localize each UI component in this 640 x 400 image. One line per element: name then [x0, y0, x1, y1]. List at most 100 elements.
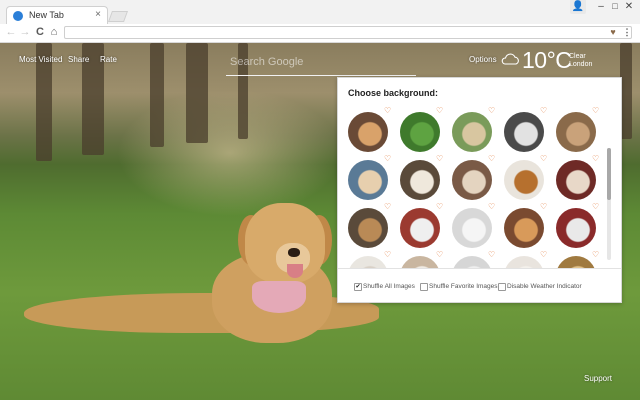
- favorite-heart-icon[interactable]: ♡: [384, 155, 391, 163]
- dog-photo-thumbnail[interactable]: [452, 112, 492, 152]
- dog-photo-thumbnail[interactable]: [348, 112, 388, 152]
- background-thumbnail[interactable]: ♡: [556, 203, 599, 248]
- background-thumbnail[interactable]: ♡: [348, 155, 391, 200]
- options-link[interactable]: Options: [469, 55, 497, 64]
- favorite-heart-icon[interactable]: ♡: [488, 251, 495, 259]
- dog-photo-thumbnail[interactable]: [504, 112, 544, 152]
- disable-weather-label: Disable Weather Indicator: [507, 283, 582, 290]
- forward-icon[interactable]: →: [18, 25, 32, 39]
- favorite-heart-icon[interactable]: ♡: [540, 251, 547, 259]
- dog-photo-thumbnail[interactable]: [400, 160, 440, 200]
- dog-photo-thumbnail[interactable]: [452, 160, 492, 200]
- panel-title: Choose background:: [348, 88, 439, 98]
- share-link[interactable]: Share: [68, 55, 89, 64]
- dog-photo-thumbnail[interactable]: [400, 112, 440, 152]
- panel-scroll-thumb[interactable]: [607, 148, 611, 200]
- tab-new-tab[interactable]: New Tab ×: [6, 6, 108, 25]
- weather-condition-line1: Clear: [569, 53, 586, 60]
- favorite-heart-icon[interactable]: ♡: [436, 251, 443, 259]
- background-thumbnail[interactable]: ♡: [452, 203, 495, 248]
- back-icon[interactable]: ←: [4, 25, 18, 39]
- panel-divider: [338, 268, 621, 269]
- favorite-heart-icon[interactable]: ♡: [540, 203, 547, 211]
- background-thumbnail[interactable]: ♡: [400, 107, 443, 152]
- background-thumbnail[interactable]: ♡: [452, 107, 495, 152]
- favicon-icon: [13, 11, 23, 21]
- favorite-heart-icon[interactable]: ♡: [384, 203, 391, 211]
- dog-photo-thumbnail[interactable]: [452, 256, 492, 268]
- favorite-heart-icon[interactable]: ♡: [592, 107, 599, 115]
- cloud-icon: [501, 53, 519, 65]
- browser-toolbar: ← → C ⌂ ♥ ⋮: [0, 24, 640, 43]
- dog-photo-thumbnail[interactable]: [556, 256, 596, 268]
- background-thumbnail[interactable]: ♡: [400, 155, 443, 200]
- browser-menu-icon[interactable]: ⋮: [622, 27, 632, 37]
- dog-photo-thumbnail[interactable]: [348, 256, 388, 268]
- disable-weather-checkbox[interactable]: [498, 283, 506, 291]
- dog-photo-thumbnail[interactable]: [400, 256, 440, 268]
- favorite-heart-icon[interactable]: ♡: [540, 107, 547, 115]
- reload-icon[interactable]: C: [33, 25, 47, 39]
- search-input[interactable]: [226, 53, 416, 71]
- background-thumbnail[interactable]: ♡: [504, 251, 547, 268]
- favorite-heart-icon[interactable]: ♡: [488, 155, 495, 163]
- tree-trunk: [150, 43, 164, 147]
- dog-photo-thumbnail[interactable]: [348, 208, 388, 248]
- favorite-heart-icon[interactable]: ♡: [592, 251, 599, 259]
- favorite-heart-icon[interactable]: ♡: [436, 155, 443, 163]
- tab-close-icon[interactable]: ×: [95, 9, 101, 20]
- favorite-heart-icon[interactable]: ♡: [540, 155, 547, 163]
- background-thumbnail[interactable]: ♡: [556, 107, 599, 152]
- dog-photo-thumbnail[interactable]: [452, 208, 492, 248]
- shuffle-all-label: Shuffle All Images: [363, 283, 415, 290]
- background-chooser-panel: Choose background: ♡ ♡ ♡ ♡ ♡ ♡ ♡ ♡ ♡ ♡ ♡ ♡ ♡ ♡ ♡ ♡ ♡ ♡ ♡ ♡ …: [337, 77, 622, 303]
- dog-photo-thumbnail[interactable]: [504, 160, 544, 200]
- background-thumbnail[interactable]: ♡: [504, 155, 547, 200]
- background-thumbnail[interactable]: ♡: [504, 203, 547, 248]
- dog-photo-thumbnail[interactable]: [556, 112, 596, 152]
- panel-scrollbar[interactable]: [607, 148, 611, 260]
- dog-photo-thumbnail[interactable]: [556, 160, 596, 200]
- dog-photo-thumbnail[interactable]: [504, 256, 544, 268]
- rate-link[interactable]: Rate: [100, 55, 117, 64]
- favorite-heart-icon[interactable]: ♡: [592, 155, 599, 163]
- background-thumbnail[interactable]: ♡: [452, 155, 495, 200]
- most-visited-link[interactable]: Most Visited: [19, 55, 62, 64]
- background-thumbnail[interactable]: ♡: [348, 107, 391, 152]
- address-bar[interactable]: [64, 26, 632, 39]
- support-link[interactable]: Support: [584, 374, 612, 383]
- temperature: 10°C: [522, 47, 572, 73]
- favorite-heart-icon[interactable]: ♡: [436, 203, 443, 211]
- profile-icon[interactable]: 👤: [570, 0, 586, 14]
- dog-tongue: [287, 264, 303, 278]
- weather-location: London: [569, 61, 593, 68]
- background-thumbnail[interactable]: ♡: [556, 155, 599, 200]
- favorite-heart-icon[interactable]: ♡: [488, 203, 495, 211]
- favorite-heart-icon[interactable]: ♡: [384, 251, 391, 259]
- favorite-heart-icon[interactable]: ♡: [384, 107, 391, 115]
- dog-photo-thumbnail[interactable]: [556, 208, 596, 248]
- new-tab-button[interactable]: [107, 11, 129, 22]
- dog-photo-thumbnail[interactable]: [504, 208, 544, 248]
- background-thumbnail[interactable]: ♡: [556, 251, 599, 268]
- dog-photo-thumbnail[interactable]: [348, 160, 388, 200]
- background-thumbnail[interactable]: ♡: [348, 203, 391, 248]
- shuffle-favorites-checkbox[interactable]: [420, 283, 428, 291]
- new-tab-page: Most Visited Share Rate Options 10°C Cle…: [0, 43, 640, 400]
- background-thumbnail[interactable]: ♡: [504, 107, 547, 152]
- search-box: [226, 51, 416, 76]
- favorite-heart-icon[interactable]: ♡: [488, 107, 495, 115]
- dog-bandana: [252, 281, 306, 313]
- background-thumbnail[interactable]: ♡: [400, 203, 443, 248]
- favorite-heart-icon[interactable]: ♡: [592, 203, 599, 211]
- dog-photo-thumbnail[interactable]: [400, 208, 440, 248]
- background-thumbnail[interactable]: ♡: [400, 251, 443, 268]
- tree-trunk: [186, 43, 208, 143]
- close-window-button[interactable]: ✕: [620, 0, 638, 14]
- favorite-heart-icon[interactable]: ♡: [436, 107, 443, 115]
- background-thumbnail[interactable]: ♡: [348, 251, 391, 268]
- background-thumbnail[interactable]: ♡: [452, 251, 495, 268]
- shuffle-all-checkbox[interactable]: ✔: [354, 283, 362, 291]
- home-icon[interactable]: ⌂: [47, 25, 61, 39]
- extension-heart-icon[interactable]: ♥: [608, 27, 618, 37]
